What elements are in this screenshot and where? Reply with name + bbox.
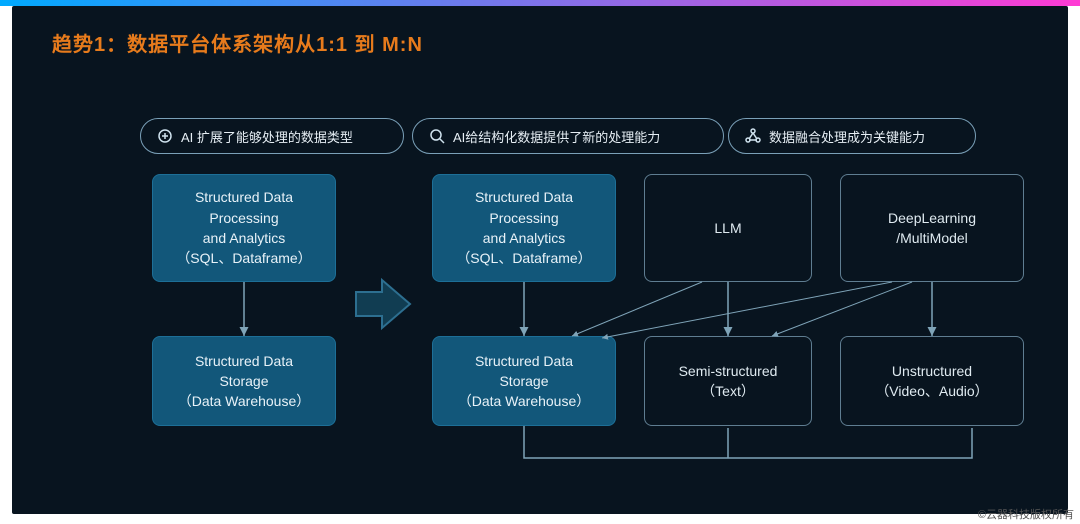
pill-ai-structured: AI给结构化数据提供了新的处理能力 [412, 118, 724, 154]
box-deeplearning: DeepLearning /MultiModel [840, 174, 1024, 282]
box-text: DeepLearning /MultiModel [888, 208, 976, 249]
box-unstructured: Unstructured （Video、Audio） [840, 336, 1024, 426]
slide-title: 趋势1：数据平台体系架构从1:1 到 M:N [52, 28, 423, 57]
pill-ai-expand: AI 扩展了能够处理的数据类型 [140, 118, 404, 154]
box-text: Semi-structured （Text） [679, 361, 778, 402]
box-structured-store-right: Structured Data Storage （Data Warehouse） [432, 336, 616, 426]
box-text: Structured Data Storage （Data Warehouse） [458, 351, 591, 412]
brain-icon [157, 128, 173, 144]
box-text: Structured Data Processing and Analytics… [176, 187, 311, 268]
slide-canvas: 趋势1：数据平台体系架构从1:1 到 M:N AI 扩展了能够处理的数据类型 A… [12, 6, 1068, 514]
box-text: Structured Data Storage （Data Warehouse） [178, 351, 311, 412]
transition-arrow-icon [354, 274, 414, 334]
pill-label: AI 扩展了能够处理的数据类型 [181, 127, 353, 146]
pill-label: AI给结构化数据提供了新的处理能力 [453, 127, 660, 146]
magnify-icon [429, 128, 445, 144]
box-semi-structured: Semi-structured （Text） [644, 336, 812, 426]
copyright-footer: ©云器科技版权所有 [978, 506, 1074, 522]
box-structured-store-left: Structured Data Storage （Data Warehouse） [152, 336, 336, 426]
box-text: Unstructured （Video、Audio） [875, 361, 988, 402]
box-text: Structured Data Processing and Analytics… [456, 187, 591, 268]
box-structured-proc-left: Structured Data Processing and Analytics… [152, 174, 336, 282]
box-llm: LLM [644, 174, 812, 282]
network-icon [745, 128, 761, 144]
box-text: LLM [714, 218, 741, 238]
box-structured-proc-right: Structured Data Processing and Analytics… [432, 174, 616, 282]
pill-label: 数据融合处理成为关键能力 [769, 127, 925, 146]
pill-fusion: 数据融合处理成为关键能力 [728, 118, 976, 154]
